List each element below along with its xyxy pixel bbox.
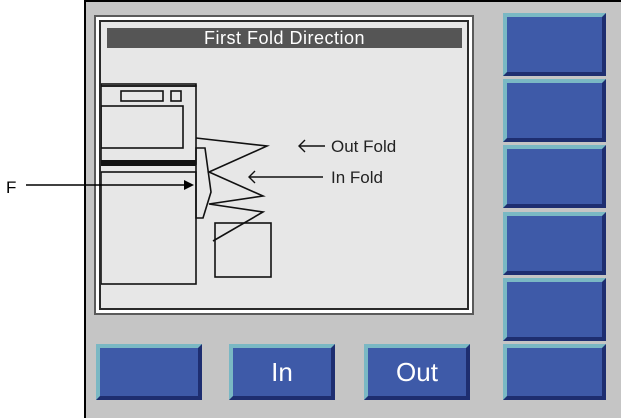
bottom-key-4[interactable] — [503, 344, 606, 400]
out-button[interactable]: Out — [364, 344, 470, 400]
side-key-1[interactable] — [503, 13, 606, 76]
side-key-4[interactable] — [503, 212, 606, 275]
in-button[interactable]: In — [229, 344, 335, 400]
side-key-3[interactable] — [503, 145, 606, 208]
bottom-key-1[interactable] — [96, 344, 202, 400]
side-key-5[interactable] — [503, 278, 606, 341]
side-key-2[interactable] — [503, 79, 606, 142]
